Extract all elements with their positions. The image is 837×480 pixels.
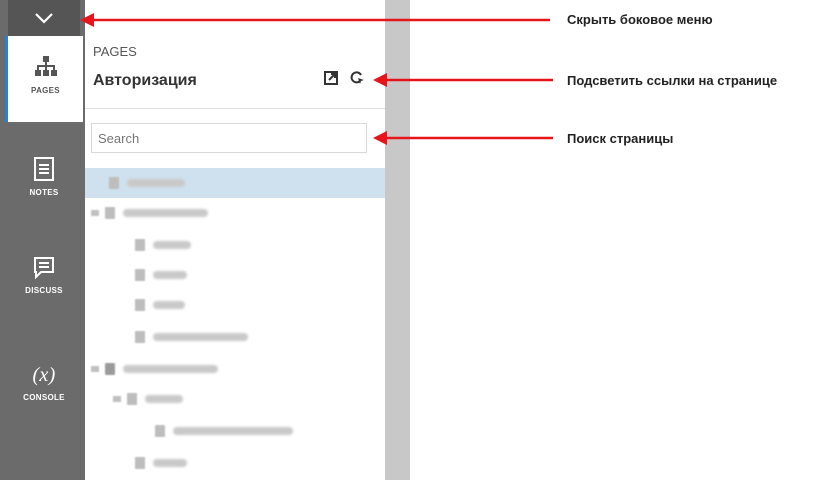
open-page-button[interactable] [323,70,339,86]
page-icon [135,331,145,343]
tree-item[interactable] [85,384,385,414]
annotation-hide-menu: Скрыть боковое меню [567,12,713,27]
rail-label-pages: PAGES [31,86,60,95]
expand-arrow-icon[interactable] [113,396,121,402]
rail-item-console[interactable]: (x) CONSOLE [8,360,80,430]
tree-item[interactable] [85,260,385,290]
folder-icon [105,363,115,375]
highlight-cursor-icon [350,71,364,84]
rail-item-notes[interactable]: NOTES [8,156,80,226]
tree-item[interactable] [85,290,385,320]
page-icon [135,269,145,281]
panel-caption: PAGES [93,44,137,59]
discuss-icon [34,257,54,280]
collapse-sidebar-button[interactable] [8,0,80,36]
sidebar-rail: PAGES NOTES DISCUSS (x) CONSOLE [0,0,85,480]
annotation-page-search: Поиск страницы [567,131,674,146]
rail-item-pages[interactable]: PAGES [5,36,83,122]
tree-item[interactable] [85,416,385,446]
rail-label-console: CONSOLE [23,393,65,402]
external-link-icon [324,71,338,85]
tree-item[interactable] [85,168,385,198]
search-input[interactable] [91,123,367,153]
arrow-hide-menu [80,13,550,27]
annotation-highlight-links: Подсветить ссылки на странице [567,73,778,88]
pages-panel: PAGES Авторизация [85,0,385,480]
sitemap-icon [34,56,57,76]
page-icon [135,299,145,311]
chevron-down-icon [35,13,53,24]
page-icon [127,393,137,405]
page-icon [135,239,145,251]
expand-arrow-icon[interactable] [91,210,99,216]
tree-item[interactable] [85,322,385,352]
notes-icon [34,157,54,181]
page-title: Авторизация [93,72,197,89]
page-icon [135,457,145,469]
rail-label-discuss: DISCUSS [25,286,63,295]
highlight-links-button[interactable] [349,70,365,86]
rail-label-notes: NOTES [29,188,59,197]
tree-item[interactable] [85,198,385,228]
page-icon [155,425,165,437]
panel-divider [85,108,385,109]
page-icon [109,177,119,189]
expand-arrow-icon[interactable] [91,366,99,372]
console-icon: (x) [32,364,56,386]
tree-item[interactable] [85,448,385,478]
tree-item[interactable] [85,230,385,260]
arrow-page-search [373,131,553,145]
panel-tools [323,70,365,86]
rail-item-discuss[interactable]: DISCUSS [8,256,80,326]
folder-icon [105,207,115,219]
tree-item[interactable] [85,354,385,384]
arrow-highlight-links [373,73,553,87]
